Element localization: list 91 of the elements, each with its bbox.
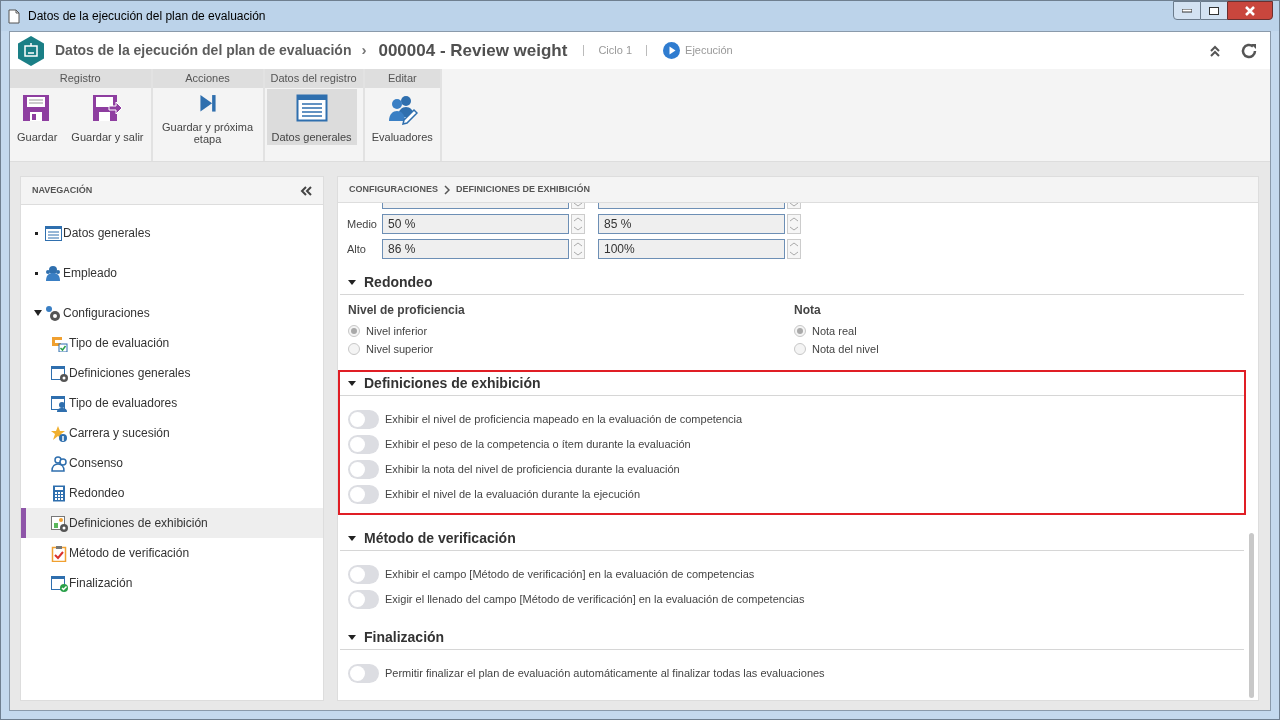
expanded-caret-icon (348, 381, 356, 386)
toolbar-button[interactable]: Guardar y salir (66, 89, 149, 145)
maximize-icon (1209, 6, 1219, 15)
toolbar-group-label: Acciones (152, 69, 263, 88)
group-label: Nota (794, 302, 822, 319)
section-title[interactable]: Finalización (364, 627, 445, 648)
calculator-icon (51, 484, 68, 502)
radio-button[interactable] (794, 325, 806, 337)
toolbar-button[interactable]: Evaluadores (366, 89, 438, 145)
toggle-label: Permitir finalizar el plan de evaluación automáticamente al finalizar todas las evaluaciones (385, 666, 825, 682)
toggle-switch[interactable] (348, 410, 379, 429)
collapse-panel-icon[interactable] (300, 185, 313, 196)
section-title[interactable]: Redondeo (364, 272, 433, 293)
radio-label: Nivel superior (366, 341, 434, 357)
expanded-caret-icon (348, 536, 356, 541)
close-button[interactable] (1227, 1, 1273, 20)
breadcrumb-separator: › (361, 40, 367, 61)
row-label: Alto (347, 241, 367, 257)
nav-item[interactable]: Datos generales (21, 213, 323, 253)
section-title[interactable]: Definiciones de exhibición (364, 373, 541, 394)
toggle-switch[interactable] (348, 460, 379, 479)
play-icon (663, 42, 681, 59)
panel-title: NAVEGACIÓN (32, 183, 93, 197)
nav-item[interactable]: Empleado (21, 253, 323, 293)
toolbar-button[interactable]: Datos generales (266, 89, 357, 145)
radio-label: Nivel inferior (366, 323, 428, 339)
toggle-label: Exigir el llenado del campo [Método de verificación] en la evaluación de competencias (385, 592, 805, 608)
toolbar-group-label: Registro (10, 69, 151, 88)
people-outline-icon (51, 454, 68, 472)
clipboard-check-icon (51, 544, 68, 562)
window-user-icon (51, 394, 68, 412)
spinner-icon[interactable] (787, 239, 801, 259)
record-title: 000004 - Review weight (378, 39, 568, 62)
people-icon (45, 264, 62, 282)
chevron-right-icon (444, 184, 450, 195)
nav-item[interactable]: Configuraciones (21, 298, 323, 328)
spinner-icon[interactable] (571, 214, 585, 234)
form-icon (295, 93, 328, 125)
window-gear-icon (51, 364, 68, 382)
scrollbar[interactable] (1249, 533, 1254, 698)
number-field[interactable]: 50 % (382, 214, 569, 234)
expanded-caret-icon (348, 635, 356, 640)
radio-label: Nota del nivel (812, 341, 879, 357)
picture-gear-icon (51, 514, 68, 532)
expanded-caret-icon (348, 280, 356, 285)
breadcrumb-item[interactable]: DEFINICIONES DE EXHIBICIÓN (456, 182, 591, 197)
section-title[interactable]: Método de verificación (364, 528, 516, 549)
toolbar-button[interactable]: Guardar (12, 89, 63, 145)
nav-item[interactable]: Definiciones de exhibición (21, 508, 323, 538)
toggle-switch[interactable] (348, 435, 379, 454)
toolbar-group-label: Datos del registro (264, 69, 363, 88)
radio-button[interactable] (348, 325, 360, 337)
collapse-icon[interactable] (1210, 44, 1220, 57)
toggle-label: Exhibir el nivel de proficiencia mapeado en la evaluación de competencia (385, 412, 743, 428)
toggle-label: Exhibir el nivel de la evaluación durante la ejecución (385, 487, 640, 503)
toggle-switch[interactable] (348, 485, 379, 504)
minimize-icon (1182, 8, 1192, 13)
users-edit-icon (386, 93, 419, 125)
radio-button[interactable] (348, 343, 360, 355)
radio-label: Nota real (812, 323, 857, 339)
expanded-caret-icon (34, 310, 42, 316)
row-label: Medio (347, 216, 378, 232)
checklist-icon (51, 334, 68, 352)
maximize-button[interactable] (1201, 1, 1227, 20)
close-icon (1244, 5, 1256, 16)
toolbar-button[interactable]: Guardar y próxima etapa (154, 89, 261, 145)
radio-button[interactable] (794, 343, 806, 355)
document-icon (8, 8, 20, 24)
toggle-switch[interactable] (348, 590, 379, 609)
window-title: Datos de la ejecución del plan de evaluación (28, 8, 266, 25)
toggle-switch[interactable] (348, 664, 379, 683)
toggle-label: Exhibir el campo [Método de verificación] en la evaluación de competencias (385, 567, 755, 583)
toggle-label: Exhibir la nota del nivel de proficiencia durante la evaluación (385, 462, 680, 478)
list-icon (45, 224, 62, 242)
spinner-icon[interactable] (787, 214, 801, 234)
toggle-switch[interactable] (348, 565, 379, 584)
toolbar-group-label: Editar (364, 69, 440, 88)
group-label: Nivel de proficiencia (348, 302, 466, 319)
breadcrumb-item[interactable]: CONFIGURACIONES (349, 182, 438, 197)
number-field[interactable]: 85 % (598, 214, 785, 234)
number-field[interactable]: 100% (598, 239, 785, 259)
toggle-label: Exhibir el peso de la competencia o ítem durante la evaluación (385, 437, 691, 453)
spinner-icon[interactable] (571, 239, 585, 259)
selection-bar (21, 508, 26, 538)
number-field[interactable]: 86 % (382, 239, 569, 259)
section-title: Datos de la ejecución del plan de evaluación (55, 41, 352, 60)
window-check-icon (51, 574, 68, 592)
star-info-icon (51, 424, 68, 442)
cycle-label: Ciclo 1 (598, 43, 633, 59)
status-label: Ejecución (685, 43, 733, 59)
refresh-icon[interactable] (1240, 41, 1258, 60)
